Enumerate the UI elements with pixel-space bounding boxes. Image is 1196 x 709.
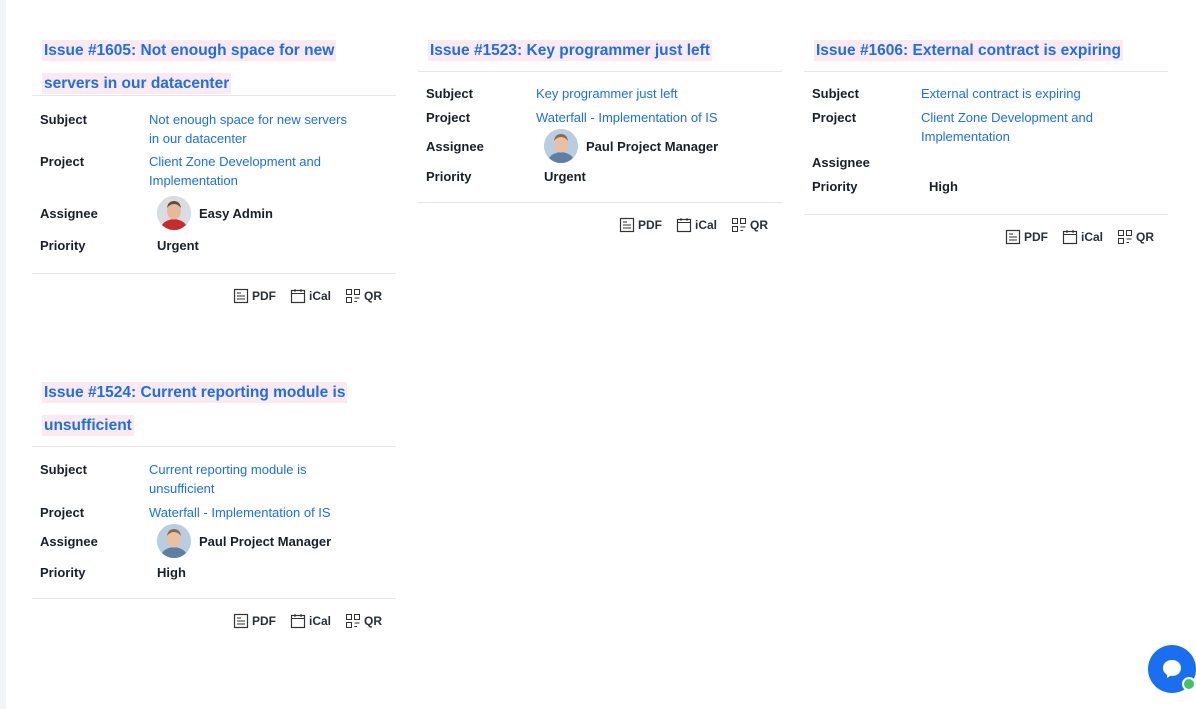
- qr-icon: [1118, 230, 1132, 244]
- project-label: Project: [426, 110, 471, 125]
- project-link[interactable]: Client Zone Development and Implementatio…: [149, 152, 321, 190]
- calendar-icon: [290, 289, 306, 304]
- issue-card-1605: Issue #1605: Not enough space for new ser…: [32, 34, 396, 304]
- ical-button[interactable]: iCal: [1062, 229, 1103, 245]
- priority-label: Priority: [812, 179, 858, 194]
- issue-card-1524: Issue #1524: Current reporting module is…: [32, 376, 396, 629]
- subject-label: Subject: [40, 462, 87, 477]
- calendar-icon: [1062, 230, 1078, 245]
- avatar: [157, 524, 191, 558]
- subject-link[interactable]: Key programmer just left: [536, 84, 678, 103]
- assignee[interactable]: Paul Project Manager: [544, 129, 718, 163]
- chat-icon: [1163, 660, 1181, 678]
- subject-link[interactable]: Not enough space for new servers in our d…: [149, 110, 347, 148]
- assignee-name: Paul Project Manager: [586, 138, 719, 154]
- issue-card-1606: Issue #1606: External contract is expiri…: [804, 34, 1168, 245]
- calendar-icon: [290, 614, 306, 629]
- avatar: [544, 129, 578, 163]
- subject-label: Subject: [812, 86, 859, 101]
- priority-label: Priority: [40, 238, 86, 253]
- assignee-label: Assignee: [40, 205, 98, 221]
- pdf-button[interactable]: PDF: [1005, 229, 1048, 245]
- priority-value: High: [929, 179, 958, 194]
- project-label: Project: [812, 110, 857, 125]
- ical-button[interactable]: iCal: [290, 288, 331, 304]
- page-left-edge: [0, 0, 6, 709]
- pdf-icon: [619, 217, 635, 233]
- calendar-icon: [676, 218, 692, 233]
- pdf-icon: [233, 288, 249, 304]
- issue-title-link[interactable]: Issue #1605: Not enough space for new ser…: [42, 40, 337, 94]
- assignee-name: Easy Admin: [199, 205, 273, 221]
- pdf-button[interactable]: PDF: [233, 613, 276, 629]
- priority-label: Priority: [426, 169, 472, 184]
- priority-value: High: [157, 565, 186, 580]
- assignee-label: Assignee: [40, 533, 98, 549]
- assignee[interactable]: Paul Project Manager: [157, 524, 331, 558]
- card-actions: PDF iCal QR: [40, 274, 396, 304]
- ical-button[interactable]: iCal: [290, 613, 331, 629]
- card-actions: PDF iCal QR: [426, 203, 782, 233]
- subject-link[interactable]: Current reporting module is unsufficient: [149, 460, 307, 498]
- qr-button[interactable]: QR: [1117, 229, 1154, 245]
- pdf-icon: [1005, 229, 1021, 245]
- qr-icon: [346, 614, 360, 628]
- card-actions: PDF iCal QR: [812, 215, 1168, 245]
- pdf-button[interactable]: PDF: [233, 288, 276, 304]
- chat-button[interactable]: [1148, 645, 1196, 693]
- issue-title-link[interactable]: Issue #1524: Current reporting module is…: [42, 382, 348, 436]
- issue-card-1523: Issue #1523: Key programmer just left Su…: [418, 34, 782, 233]
- qr-icon: [346, 289, 360, 303]
- priority-label: Priority: [40, 565, 86, 580]
- subject-link[interactable]: External contract is expiring: [921, 84, 1081, 103]
- issue-title-link[interactable]: Issue #1523: Key programmer just left: [428, 40, 712, 61]
- card-actions: PDF iCal QR: [40, 599, 396, 629]
- project-label: Project: [40, 154, 85, 169]
- project-link[interactable]: Waterfall - Implementation of IS: [536, 108, 718, 127]
- assignee-label: Assignee: [812, 155, 870, 170]
- project-link[interactable]: Client Zone Development and Implementatio…: [921, 108, 1093, 146]
- pdf-icon: [233, 613, 249, 629]
- online-status-dot: [1182, 677, 1196, 691]
- qr-icon: [732, 218, 746, 232]
- assignee-name: Paul Project Manager: [199, 533, 332, 549]
- avatar: [157, 196, 191, 230]
- ical-button[interactable]: iCal: [676, 217, 717, 233]
- qr-button[interactable]: QR: [345, 288, 382, 304]
- assignee[interactable]: Easy Admin: [157, 196, 273, 230]
- priority-value: Urgent: [544, 169, 586, 184]
- project-label: Project: [40, 505, 85, 520]
- qr-button[interactable]: QR: [345, 613, 382, 629]
- pdf-button[interactable]: PDF: [619, 217, 662, 233]
- subject-label: Subject: [40, 112, 87, 127]
- assignee-label: Assignee: [426, 138, 484, 154]
- priority-value: Urgent: [157, 238, 199, 253]
- subject-label: Subject: [426, 86, 473, 101]
- project-link[interactable]: Waterfall - Implementation of IS: [149, 503, 331, 522]
- qr-button[interactable]: QR: [731, 217, 768, 233]
- issue-title-link[interactable]: Issue #1606: External contract is expiri…: [814, 40, 1123, 61]
